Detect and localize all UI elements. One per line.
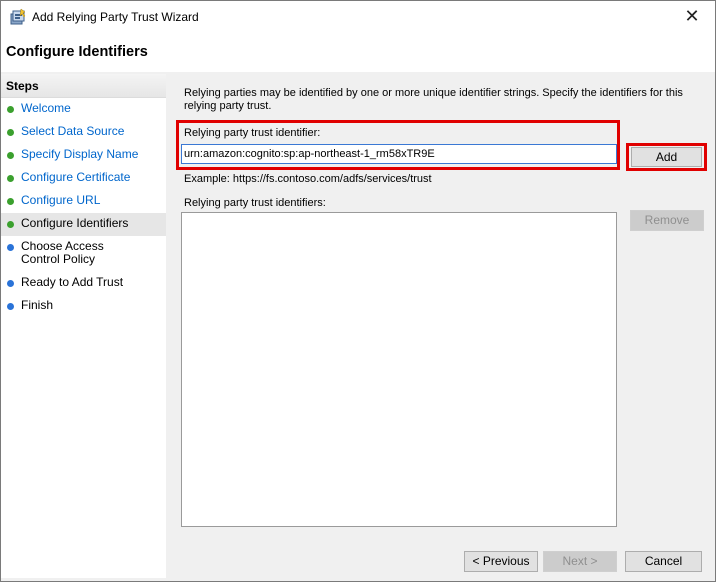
next-button[interactable]: Next >	[543, 551, 617, 572]
intro-text: Relying parties may be identified by one…	[184, 87, 683, 112]
step-select-data-source[interactable]: Select Data Source	[1, 121, 166, 144]
step-label[interactable]: Specify Display Name	[21, 148, 138, 161]
green-dot-icon	[7, 106, 14, 113]
step-welcome[interactable]: Welcome	[1, 98, 166, 121]
blue-dot-icon	[7, 244, 14, 251]
steps-heading: Steps	[1, 74, 166, 98]
step-configure-url[interactable]: Configure URL	[1, 190, 166, 213]
step-label[interactable]: Welcome	[21, 102, 71, 115]
previous-button[interactable]: < Previous	[464, 551, 538, 572]
steps-heading-label: Steps	[6, 79, 39, 93]
step-configure-identifiers: Configure Identifiers	[1, 213, 166, 236]
step-label: Choose Access Control Policy	[21, 239, 104, 266]
identifier-label: Relying party trust identifier:	[184, 127, 321, 139]
step-choose-access-control-policy: Choose Access Control Policy	[1, 236, 166, 272]
close-icon[interactable]: ✕	[669, 1, 715, 32]
add-button[interactable]: Add	[631, 147, 702, 167]
identifiers-list[interactable]	[181, 212, 617, 527]
step-ready-to-add-trust: Ready to Add Trust	[1, 272, 166, 295]
step-label: Ready to Add Trust	[21, 275, 124, 289]
steps-panel: Steps Welcome Select Data Source Specify…	[1, 74, 166, 578]
identifier-input[interactable]	[181, 144, 617, 164]
green-dot-icon	[7, 175, 14, 182]
identifiers-list-label: Relying party trust identifiers:	[184, 197, 326, 209]
step-label[interactable]: Configure Certificate	[21, 171, 130, 184]
green-dot-icon	[7, 198, 14, 205]
example-text: Example: https://fs.contoso.com/adfs/ser…	[184, 173, 432, 185]
green-dot-icon	[7, 221, 14, 228]
step-finish: Finish	[1, 295, 166, 318]
wizard-window: Add Relying Party Trust Wizard ✕ Configu…	[0, 0, 716, 582]
green-dot-icon	[7, 129, 14, 136]
window-title: Add Relying Party Trust Wizard	[32, 10, 199, 24]
step-specify-display-name[interactable]: Specify Display Name	[1, 144, 166, 167]
wizard-app-icon	[10, 8, 26, 25]
step-label: Finish	[21, 298, 54, 312]
header: Configure Identifiers	[1, 32, 715, 72]
step-label: Configure Identifiers	[21, 216, 129, 230]
step-label[interactable]: Configure URL	[21, 194, 100, 207]
step-label[interactable]: Select Data Source	[21, 125, 124, 138]
page-title: Configure Identifiers	[6, 44, 148, 60]
step-configure-certificate[interactable]: Configure Certificate	[1, 167, 166, 190]
blue-dot-icon	[7, 303, 14, 310]
remove-button[interactable]: Remove	[630, 210, 704, 231]
cancel-button[interactable]: Cancel	[625, 551, 702, 572]
title-bar: Add Relying Party Trust Wizard ✕	[1, 1, 715, 32]
content-panel: Relying parties may be identified by one…	[168, 72, 715, 581]
green-dot-icon	[7, 152, 14, 159]
wizard-body: Steps Welcome Select Data Source Specify…	[1, 72, 715, 581]
blue-dot-icon	[7, 280, 14, 287]
